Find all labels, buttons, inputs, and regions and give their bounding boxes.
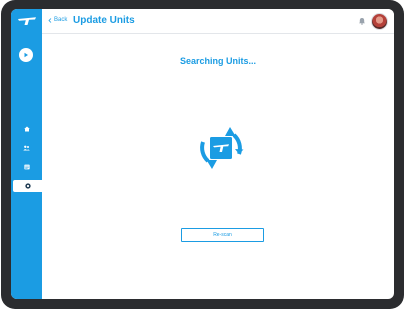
home-icon [23,126,30,132]
gear-icon [24,183,31,189]
users-icon [23,145,30,151]
sidebar-item-home[interactable] [11,123,42,135]
bell-icon[interactable] [358,17,366,25]
refresh-spinner-icon [200,127,244,169]
play-icon [24,52,28,58]
back-button[interactable]: Back [48,17,67,23]
app-screen: Back Update Units Searching Units... Re-… [11,9,394,299]
sidebar [11,9,42,299]
chevron-left-icon [48,17,52,23]
sidebar-item-list[interactable] [11,161,42,173]
top-header: Back Update Units [42,9,394,34]
page-title: Update Units [73,15,135,26]
rescan-button[interactable]: Re-scan [181,228,264,242]
app-logo [11,9,42,32]
sidebar-item-users[interactable] [11,142,42,154]
logo-icon [17,16,36,25]
back-label: Back [54,17,68,23]
list-icon [23,164,30,170]
tablet-frame: Back Update Units Searching Units... Re-… [1,0,404,309]
play-button[interactable] [19,48,33,62]
searching-status-title: Searching Units... [179,56,257,66]
sidebar-item-settings[interactable] [13,180,42,192]
avatar[interactable] [371,13,388,30]
